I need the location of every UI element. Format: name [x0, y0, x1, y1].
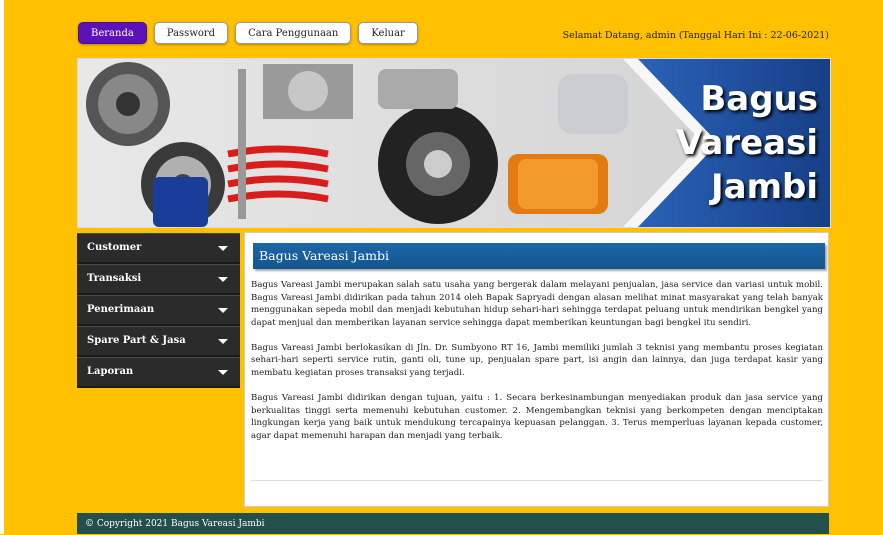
nav-cara-penggunaan-button[interactable]: Cara Penggunaan [235, 22, 352, 44]
sidebar-menu: Customer Transaksi Penerimaan Spare Part… [77, 233, 240, 388]
page-title: Bagus Vareasi Jambi [253, 243, 825, 269]
divider [251, 480, 823, 481]
nav-password-button[interactable]: Password [153, 22, 229, 44]
content-body: Bagus Vareasi Jambi merupakan salah satu… [251, 279, 823, 455]
main-content: Bagus Vareasi Jambi Bagus Vareasi Jambi … [244, 232, 829, 507]
sidebar-item-spare-part-jasa[interactable]: Spare Part & Jasa [77, 326, 240, 357]
banner-title-line-1: Bagus [700, 79, 818, 119]
paragraph-intro: Bagus Vareasi Jambi merupakan salah satu… [251, 280, 823, 328]
chevron-down-icon [218, 308, 228, 313]
footer: © Copyright 2021 Bagus Vareasi Jambi [77, 513, 829, 534]
banner-title: Bagus Vareasi Jambi [668, 77, 818, 209]
sidebar-item-label: Spare Part & Jasa [87, 335, 186, 346]
top-navigation: Beranda Password Cara Penggunaan Keluar [78, 22, 418, 46]
paragraph-location: Bagus Vareasi Jambi berlokasikan di Jln.… [251, 342, 823, 379]
sidebar-item-transaksi[interactable]: Transaksi [77, 264, 240, 295]
sidebar-item-label: Customer [87, 242, 142, 253]
chevron-down-icon [218, 370, 228, 375]
chevron-down-icon [218, 277, 228, 282]
sidebar-item-label: Penerimaan [87, 304, 155, 315]
sidebar-item-penerimaan[interactable]: Penerimaan [77, 295, 240, 326]
sidebar-item-customer[interactable]: Customer [77, 233, 240, 264]
welcome-text: Selamat Datang, admin (Tanggal Hari Ini … [562, 30, 829, 41]
banner-title-line-2: Vareasi [675, 123, 818, 163]
nav-beranda-button[interactable]: Beranda [78, 22, 147, 44]
nav-keluar-button[interactable]: Keluar [358, 22, 418, 44]
sidebar-item-label: Transaksi [87, 273, 142, 284]
page-edge [0, 0, 4, 534]
chevron-down-icon [218, 246, 228, 251]
paragraph-goals: Bagus Vareasi Jambi didirikan dengan tuj… [251, 393, 823, 441]
chevron-down-icon [218, 339, 228, 344]
sidebar-item-label: Laporan [87, 366, 134, 377]
banner-title-line-3: Jambi [710, 167, 818, 207]
sidebar-item-laporan[interactable]: Laporan [77, 357, 240, 388]
header-banner: Bagus Vareasi Jambi [77, 58, 831, 228]
